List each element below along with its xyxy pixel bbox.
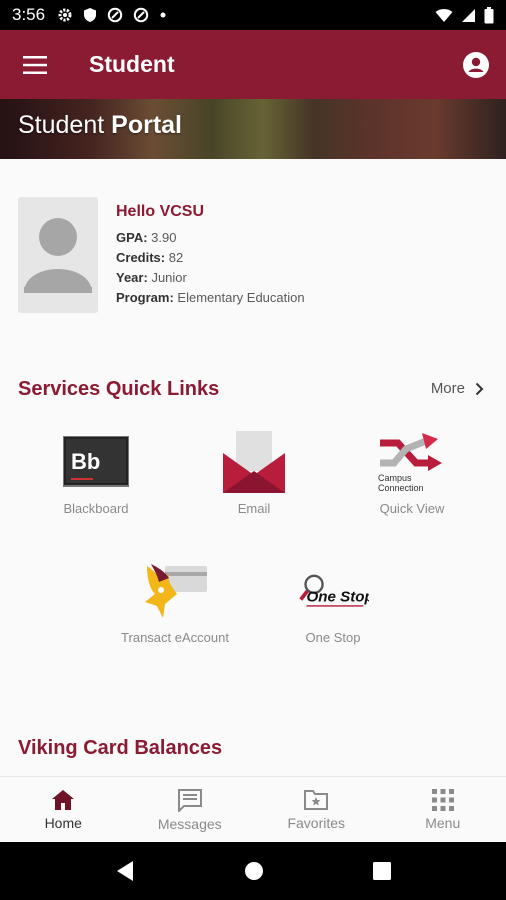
app-bar: Student [0, 30, 506, 99]
quick-view-link[interactable]: Campus Connection Quick View [347, 431, 477, 516]
page-title: Student [89, 51, 175, 77]
nav-favorites[interactable]: Favorites [253, 777, 380, 842]
banner-title: Student Portal [18, 111, 182, 139]
blackboard-label: Blackboard [63, 501, 129, 516]
email-link[interactable]: Email [189, 431, 319, 516]
messages-icon [177, 788, 202, 812]
bottom-navigation: Home Messages Favorites Menu [0, 776, 506, 842]
more-services-link[interactable]: More [431, 380, 484, 397]
transact-eaccount-link[interactable]: Transact eAccount [110, 560, 240, 645]
nav-menu[interactable]: Menu [380, 777, 506, 842]
battery-icon [484, 6, 494, 23]
grid-icon [431, 788, 454, 811]
nav-home-label: Home [44, 814, 82, 831]
more-label: More [430, 380, 465, 397]
back-icon[interactable] [115, 860, 135, 882]
one-stop-label: One Stop [305, 630, 361, 645]
recents-icon[interactable] [373, 862, 392, 880]
nav-messages[interactable]: Messages [127, 777, 254, 842]
blackboard-icon: Bb [63, 436, 129, 487]
email-label: Email [237, 501, 271, 516]
chevron-right-icon [475, 382, 484, 395]
nav-menu-label: Menu [425, 814, 461, 831]
home-icon [52, 789, 75, 810]
status-bar: 3:56 [0, 0, 506, 30]
quick-view-label: Quick View [379, 501, 445, 516]
nav-messages-label: Messages [157, 815, 222, 832]
blackboard-link[interactable]: Bb Blackboard [31, 431, 161, 516]
viking-card-section-title: Viking Card Balances [18, 737, 223, 759]
program-row: Program: Elementary Education [116, 290, 305, 305]
campus-connection-text2: Connection [378, 483, 424, 493]
one-stop-icon-text: One Stop [306, 588, 369, 605]
signal-icon [462, 8, 475, 22]
one-stop-link[interactable]: One Stop One Stop [268, 560, 398, 645]
year-row: Year: Junior [116, 270, 187, 285]
nav-home[interactable]: Home [0, 777, 127, 842]
campus-connection-icon: CampusConnection [378, 433, 442, 493]
profile-info: Hello VCSU GPA: 3.90 Credits: 82 Year: J… [116, 203, 305, 310]
account-button[interactable] [448, 30, 504, 99]
data-saver-icon-2 [133, 7, 149, 23]
default-avatar-icon [24, 218, 92, 293]
avatar [18, 197, 98, 313]
favorites-icon [304, 789, 329, 810]
settings-gear-icon [58, 8, 72, 22]
home-circle-icon[interactable] [244, 861, 264, 881]
main-content[interactable]: Hello VCSU GPA: 3.90 Credits: 82 Year: J… [0, 159, 506, 776]
hamburger-menu-icon [23, 55, 47, 74]
system-navigation-bar [0, 842, 506, 900]
student-profile-card: Hello VCSU GPA: 3.90 Credits: 82 Year: J… [18, 197, 488, 317]
student-portal-banner: Student Portal [0, 99, 506, 159]
credits-row: Credits: 82 [116, 250, 184, 265]
notification-dot-icon [160, 12, 166, 18]
gpa-row: GPA: 3.90 [116, 230, 177, 245]
transact-eaccount-label: Transact eAccount [121, 630, 229, 645]
viking-card-icon [145, 564, 207, 618]
campus-connection-text1: Campus [378, 473, 412, 483]
shield-icon [84, 8, 97, 22]
email-icon [223, 431, 285, 493]
greeting: Hello VCSU [116, 203, 205, 220]
hamburger-menu-button[interactable] [5, 30, 65, 99]
status-time: 3:56 [12, 5, 46, 24]
blackboard-icon-text: Bb [71, 449, 100, 474]
data-saver-icon [107, 7, 123, 23]
one-stop-icon: One Stop [299, 574, 369, 607]
services-section-title: Services Quick Links [18, 378, 220, 400]
nav-favorites-label: Favorites [287, 814, 346, 831]
account-circle-icon [463, 51, 489, 78]
wifi-icon [435, 8, 453, 22]
